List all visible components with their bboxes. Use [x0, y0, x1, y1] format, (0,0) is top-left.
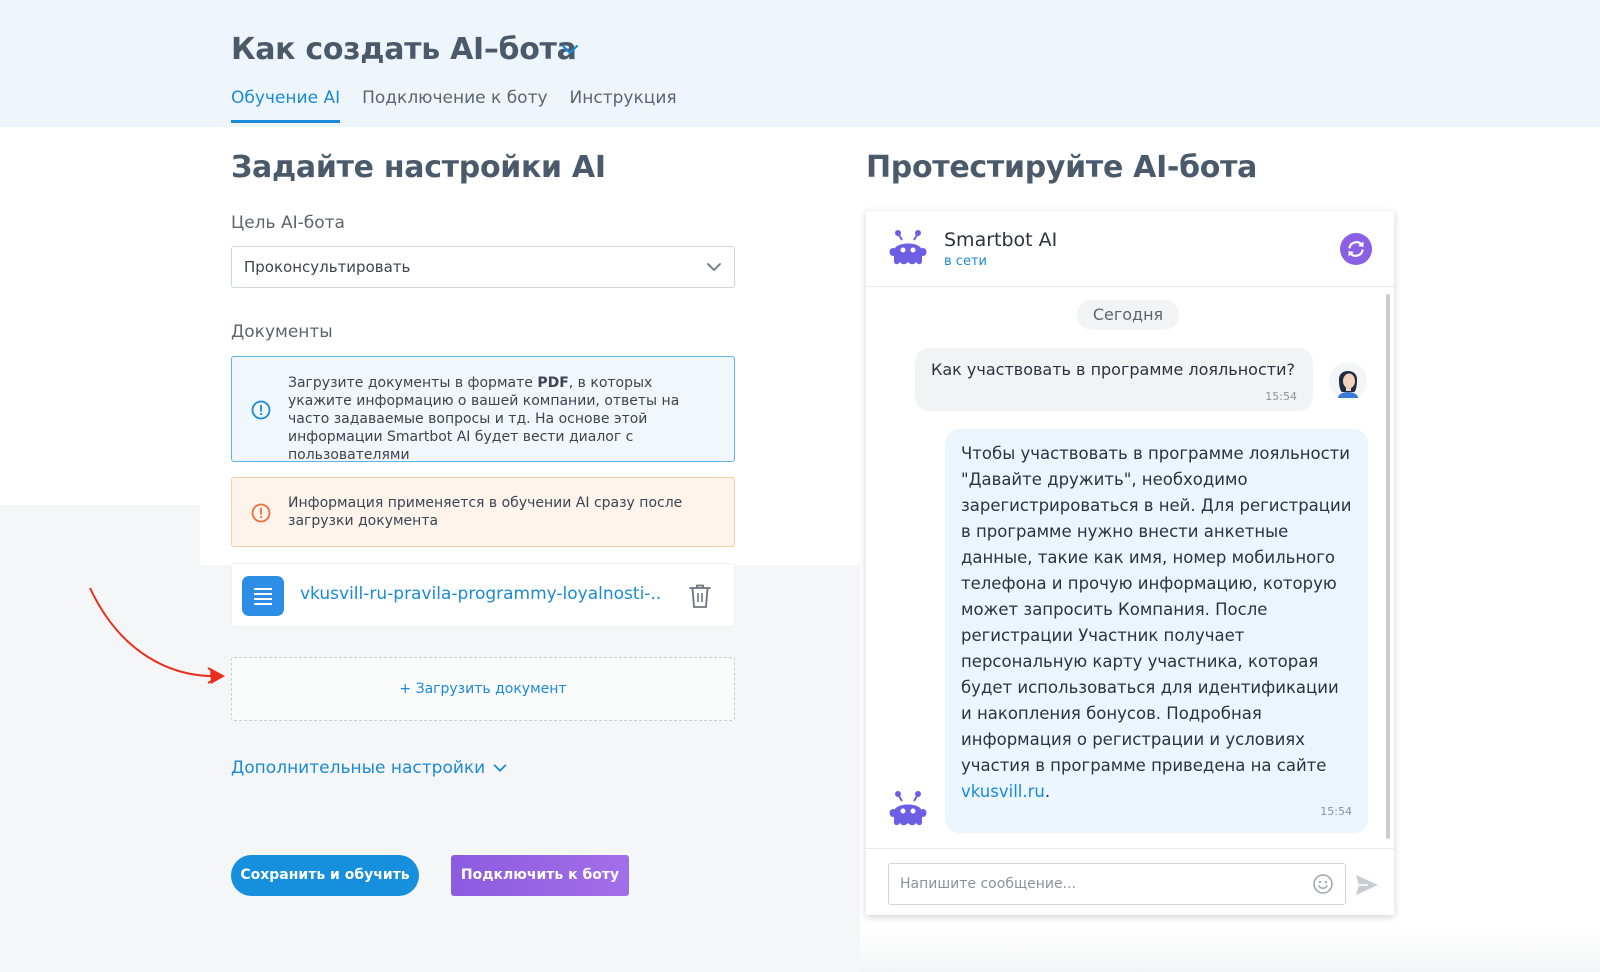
tab-bar: Обучение AI Подключение к боту Инструкци… [231, 88, 677, 123]
chat-header: Smartbot AI в сети [866, 211, 1394, 287]
chat-messages[interactable]: Сегодня Как участвовать в программе лоял… [866, 288, 1394, 848]
refresh-chat-button[interactable] [1340, 233, 1372, 265]
bot-message-link[interactable]: vkusvill.ru [961, 782, 1045, 801]
goal-select[interactable]: Проконсультировать [231, 246, 735, 288]
bot-message: Чтобы участвовать в программе лояльности… [945, 429, 1368, 833]
bot-status: в сети [944, 254, 987, 269]
page-title: Как создать AI–бота [231, 32, 577, 67]
goal-label: Цель AI-бота [231, 213, 345, 233]
date-divider: Сегодня [1077, 300, 1179, 330]
chat-scrollbar[interactable] [1386, 294, 1390, 839]
user-message-text: Как участвовать в программе лояльности? [931, 360, 1295, 379]
chevron-down-icon [707, 263, 721, 272]
warning-notice: Информация применяется в обучении AI сра… [231, 477, 735, 547]
trash-icon[interactable] [687, 582, 713, 610]
tab-bot-connection[interactable]: Подключение к боту [362, 88, 547, 123]
connect-to-bot-button[interactable]: Подключить к боту [451, 855, 629, 896]
send-icon[interactable] [1354, 873, 1380, 897]
background-shape-right [860, 930, 1600, 972]
additional-settings-label: Дополнительные настройки [231, 758, 486, 778]
message-input[interactable] [888, 863, 1346, 905]
chat-widget: Smartbot AI в сети Сегодня Как участвова… [866, 211, 1394, 915]
refresh-icon [1348, 241, 1364, 257]
annotation-arrow [89, 587, 225, 684]
warning-circle-icon [251, 503, 271, 523]
user-message: Как участвовать в программе лояльности? … [915, 348, 1313, 411]
tab-instructions[interactable]: Инструкция [570, 88, 677, 123]
goal-select-value: Проконсультировать [244, 258, 411, 276]
documents-label: Документы [231, 322, 333, 342]
test-title: Протестируйте AI-бота [866, 150, 1258, 185]
settings-title: Задайте настройки AI [231, 150, 606, 185]
document-icon [242, 576, 284, 616]
bot-message-tail: . [1044, 782, 1051, 801]
info-notice: Загрузите документы в формате PDF, в кот… [231, 356, 735, 463]
warning-text: Информация применяется в обучении AI сра… [288, 495, 683, 529]
user-message-time: 15:54 [1265, 390, 1297, 403]
file-name-link[interactable]: vkusvill-ru-pravila-programmy-loyalnosti… [300, 584, 660, 604]
emoji-icon[interactable] [1312, 873, 1334, 895]
bot-name: Smartbot AI [944, 229, 1058, 251]
chevron-down-icon [493, 764, 507, 772]
user-avatar-icon [1329, 362, 1367, 400]
chevron-down-icon[interactable] [560, 40, 580, 60]
save-and-train-button[interactable]: Сохранить и обучить [231, 855, 419, 896]
additional-settings-toggle[interactable]: Дополнительные настройки [231, 758, 509, 778]
info-circle-icon [251, 400, 271, 420]
robot-avatar-icon [889, 230, 927, 265]
info-text-part-1: Загрузите документы в формате [288, 375, 538, 391]
bot-message-time: 15:54 [1320, 805, 1352, 818]
tab-ai-training[interactable]: Обучение AI [231, 88, 341, 123]
robot-avatar-icon [889, 791, 927, 826]
chat-footer [866, 848, 1394, 915]
bot-message-text: Чтобы участвовать в программе лояльности… [961, 444, 1352, 775]
info-text-pdf: PDF [537, 375, 569, 391]
uploaded-file-row: vkusvill-ru-pravila-programmy-loyalnosti… [231, 563, 735, 627]
upload-document-button[interactable]: + Загрузить документ [231, 657, 735, 721]
